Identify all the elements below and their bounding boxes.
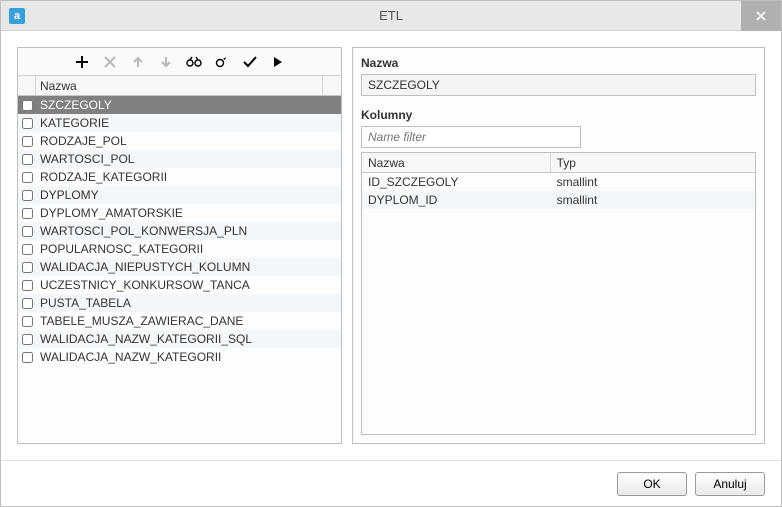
- row-name: WALIDACJA_NIEPUSTYCH_KOLUMN: [36, 258, 323, 276]
- row-checkbox[interactable]: [22, 280, 33, 291]
- column-name: DYPLOM_ID: [362, 191, 551, 209]
- add-icon[interactable]: [73, 53, 91, 71]
- name-filter-input[interactable]: [361, 126, 581, 148]
- row-name: RODZAJE_POL: [36, 132, 323, 150]
- row-name: UCZESTNICY_KONKURSOW_TANCA: [36, 276, 323, 294]
- row-checkbox[interactable]: [22, 244, 33, 255]
- row-checkbox[interactable]: [22, 352, 33, 363]
- row-checkbox[interactable]: [22, 298, 33, 309]
- row-checkbox[interactable]: [22, 118, 33, 129]
- row-name: POPULARNOSC_KATEGORII: [36, 240, 323, 258]
- row-checkbox[interactable]: [22, 154, 33, 165]
- arrow-up-icon[interactable]: [129, 53, 147, 71]
- table-row[interactable]: UCZESTNICY_KONKURSOW_TANCA: [18, 276, 341, 294]
- row-checkbox[interactable]: [22, 334, 33, 345]
- table-row[interactable]: RODZAJE_KATEGORII: [18, 168, 341, 186]
- col-header-name[interactable]: Nazwa: [36, 76, 323, 95]
- column-row[interactable]: DYPLOM_IDsmallint: [362, 191, 755, 209]
- table-row[interactable]: PUSTA_TABELA: [18, 294, 341, 312]
- left-toolbar: [18, 48, 341, 76]
- close-button[interactable]: [741, 1, 781, 31]
- table-row[interactable]: WALIDACJA_NIEPUSTYCH_KOLUMN: [18, 258, 341, 276]
- left-list-body[interactable]: SZCZEGOLYKATEGORIERODZAJE_POLWARTOSCI_PO…: [18, 96, 341, 443]
- col-header-type[interactable]: Typ: [551, 153, 755, 172]
- column-type: smallint: [551, 173, 755, 191]
- column-name: ID_SZCZEGOLY: [362, 173, 551, 191]
- columns-header: Nazwa Typ: [362, 153, 755, 173]
- table-row[interactable]: TABELE_MUSZA_ZAWIERAC_DANE: [18, 312, 341, 330]
- name-value: SZCZEGOLY: [361, 74, 756, 96]
- row-checkbox[interactable]: [22, 100, 33, 111]
- table-row[interactable]: WALIDACJA_NAZW_KATEGORII_SQL: [18, 330, 341, 348]
- row-checkbox[interactable]: [22, 208, 33, 219]
- table-row[interactable]: RODZAJE_POL: [18, 132, 341, 150]
- name-label: Nazwa: [361, 56, 756, 70]
- row-checkbox[interactable]: [22, 172, 33, 183]
- table-row[interactable]: POPULARNOSC_KATEGORII: [18, 240, 341, 258]
- row-name: WARTOSCI_POL_KONWERSJA_PLN: [36, 222, 323, 240]
- row-name: DYPLOMY_AMATORSKIE: [36, 204, 323, 222]
- row-name: TABELE_MUSZA_ZAWIERAC_DANE: [36, 312, 323, 330]
- row-name: DYPLOMY: [36, 186, 323, 204]
- row-name: RODZAJE_KATEGORII: [36, 168, 323, 186]
- column-row[interactable]: ID_SZCZEGOLYsmallint: [362, 173, 755, 191]
- row-checkbox[interactable]: [22, 136, 33, 147]
- row-name: KATEGORIE: [36, 114, 323, 132]
- window-title: ETL: [379, 8, 403, 23]
- binoculars-icon[interactable]: [185, 53, 203, 71]
- columns-body[interactable]: ID_SZCZEGOLYsmallintDYPLOM_IDsmallint: [362, 173, 755, 434]
- row-name: WALIDACJA_NAZW_KATEGORII_SQL: [36, 330, 323, 348]
- arrow-down-icon[interactable]: [157, 53, 175, 71]
- check-icon[interactable]: [241, 53, 259, 71]
- table-row[interactable]: WARTOSCI_POL_KONWERSJA_PLN: [18, 222, 341, 240]
- row-checkbox[interactable]: [22, 262, 33, 273]
- col-header-name[interactable]: Nazwa: [362, 153, 551, 172]
- play-icon[interactable]: [269, 53, 287, 71]
- columns-label: Kolumny: [361, 108, 756, 122]
- app-icon: a: [9, 8, 25, 24]
- refresh-icon[interactable]: [213, 53, 231, 71]
- cancel-button[interactable]: Anuluj: [695, 472, 765, 496]
- left-list-header: Nazwa: [18, 76, 341, 96]
- table-row[interactable]: DYPLOMY_AMATORSKIE: [18, 204, 341, 222]
- row-name: SZCZEGOLY: [36, 96, 323, 114]
- table-row[interactable]: DYPLOMY: [18, 186, 341, 204]
- table-row[interactable]: WARTOSCI_POL: [18, 150, 341, 168]
- row-name: WARTOSCI_POL: [36, 150, 323, 168]
- column-type: smallint: [551, 191, 755, 209]
- row-name: PUSTA_TABELA: [36, 294, 323, 312]
- row-checkbox[interactable]: [22, 226, 33, 237]
- row-checkbox[interactable]: [22, 316, 33, 327]
- table-row[interactable]: WALIDACJA_NAZW_KATEGORII: [18, 348, 341, 366]
- table-row[interactable]: KATEGORIE: [18, 114, 341, 132]
- ok-button[interactable]: OK: [617, 472, 687, 496]
- remove-icon[interactable]: [101, 53, 119, 71]
- table-row[interactable]: SZCZEGOLY: [18, 96, 341, 114]
- row-name: WALIDACJA_NAZW_KATEGORII: [36, 348, 323, 366]
- row-checkbox[interactable]: [22, 190, 33, 201]
